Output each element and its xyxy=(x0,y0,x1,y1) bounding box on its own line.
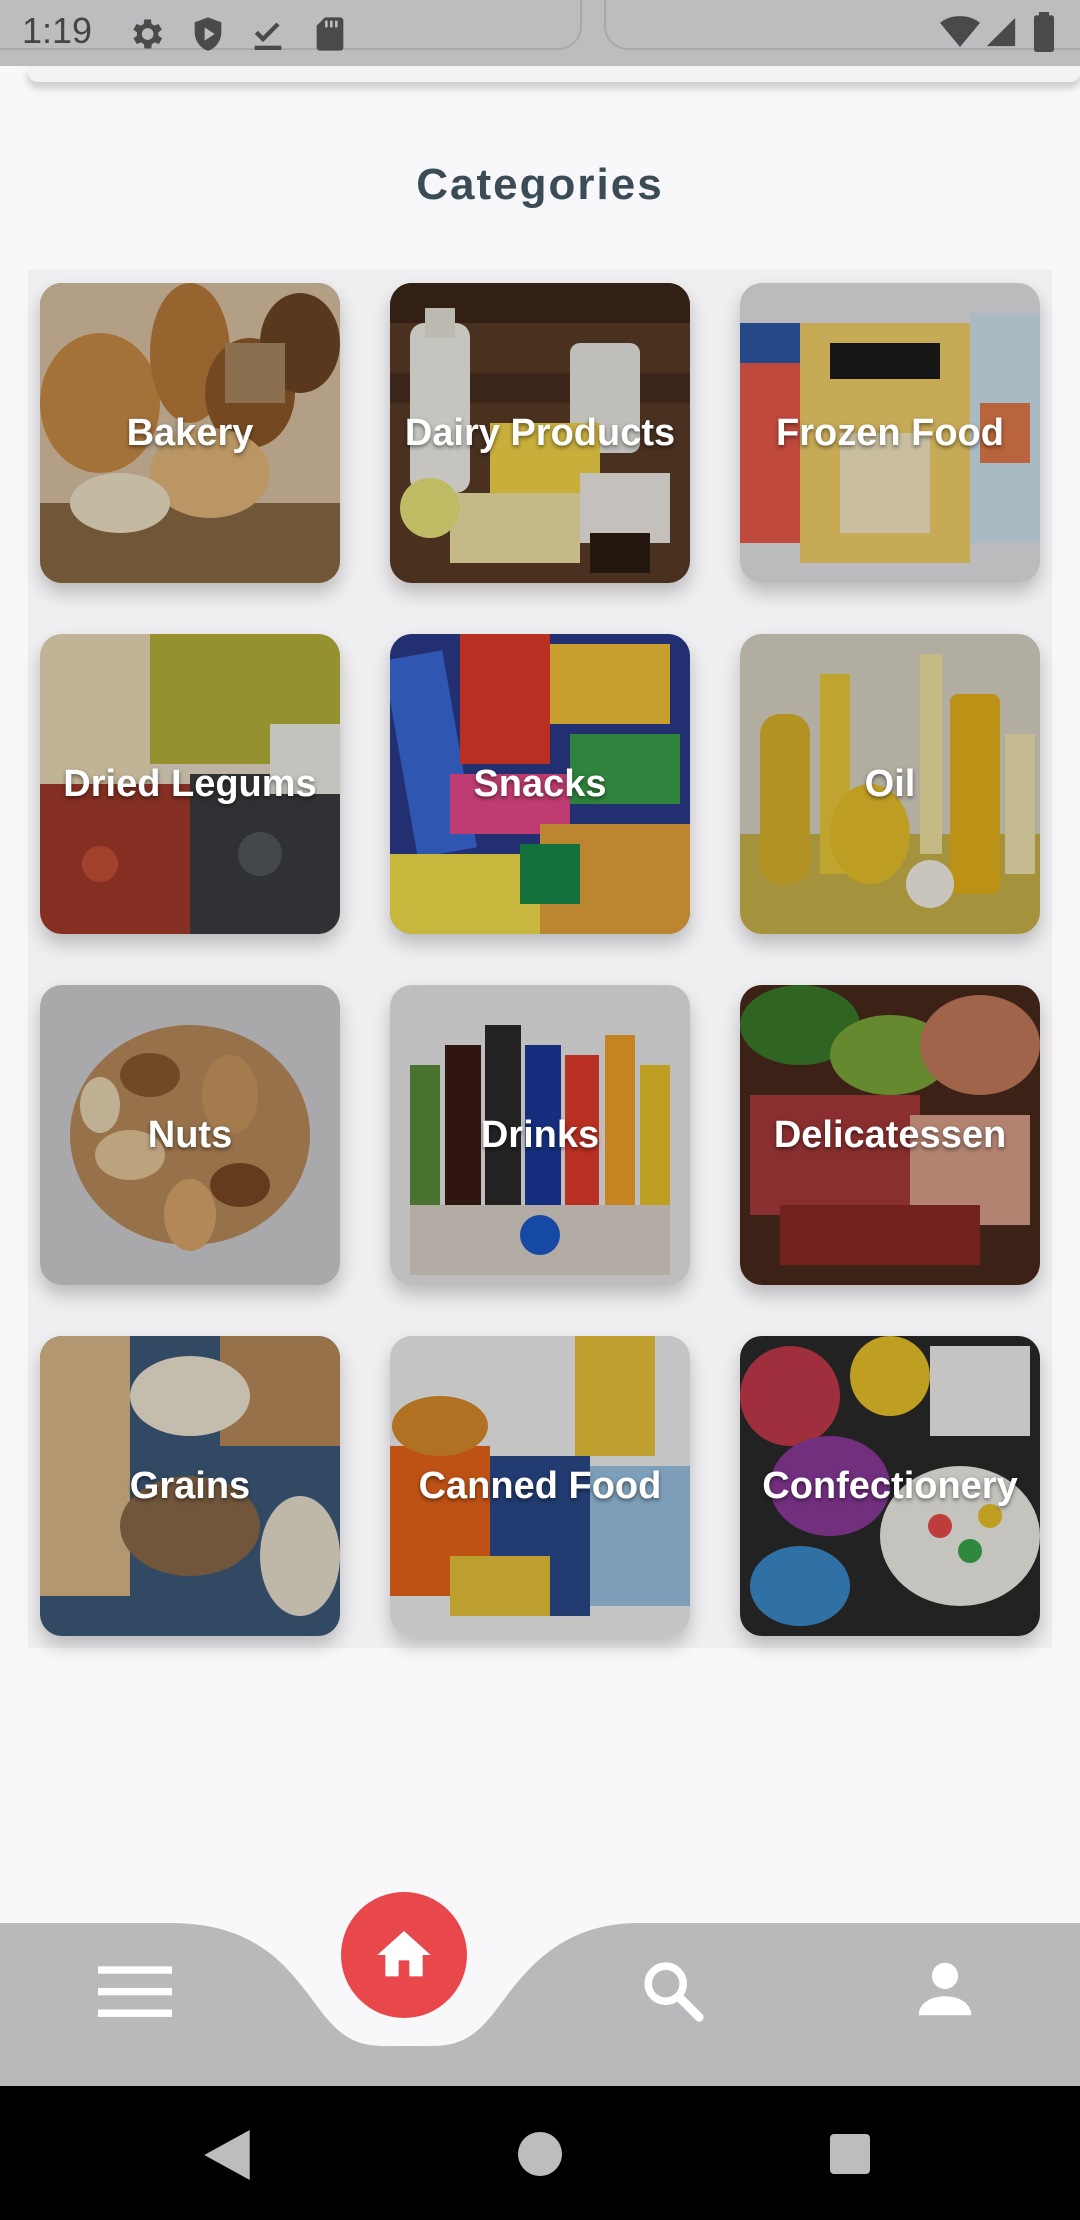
category-tile-frozen-food[interactable]: Frozen Food xyxy=(740,283,1040,583)
category-label: Canned Food xyxy=(418,1464,662,1507)
category-tile-grains[interactable]: Grains xyxy=(40,1336,340,1636)
home-circle-icon[interactable] xyxy=(518,2132,562,2176)
gear-icon xyxy=(133,19,163,49)
header-card-edge xyxy=(28,66,1080,82)
category-label: Drinks xyxy=(480,1113,600,1156)
category-tile-dairy-products[interactable]: Dairy Products xyxy=(390,283,690,583)
category-tile-bakery[interactable]: Bakery xyxy=(40,283,340,583)
system-navigation-bar xyxy=(0,2086,1080,2220)
menu-icon[interactable] xyxy=(98,1962,172,2020)
category-label: Dairy Products xyxy=(404,411,676,454)
wifi-icon xyxy=(940,16,980,47)
category-tile-nuts[interactable]: Nuts xyxy=(40,985,340,1285)
category-tile-delicatessen[interactable]: Delicatessen xyxy=(740,985,1040,1285)
category-tile-canned-food[interactable]: Canned Food xyxy=(390,1336,690,1636)
category-tile-drinks[interactable]: Drinks xyxy=(390,985,690,1285)
category-label: Frozen Food xyxy=(776,411,1004,454)
category-label: Grains xyxy=(129,1464,251,1507)
back-icon[interactable] xyxy=(204,2130,250,2180)
category-label: Confectionery xyxy=(762,1464,1018,1507)
shield-icon xyxy=(194,17,222,51)
category-tile-confectionery[interactable]: Confectionery xyxy=(740,1336,1040,1636)
search-icon[interactable] xyxy=(638,1956,708,2026)
home-icon xyxy=(377,1931,431,1977)
battery-icon xyxy=(1034,12,1054,52)
page-title: Categories xyxy=(416,160,664,209)
status-bar: 1:19 xyxy=(0,0,1080,66)
category-label: Nuts xyxy=(147,1113,233,1156)
recents-icon[interactable] xyxy=(830,2134,870,2174)
category-label: Oil xyxy=(864,762,916,805)
category-tile-oil[interactable]: Oil xyxy=(740,634,1040,934)
category-label: Dried Legums xyxy=(63,762,317,805)
category-label: Delicatessen xyxy=(773,1113,1007,1156)
sd-card-icon xyxy=(316,17,344,51)
profile-icon[interactable] xyxy=(910,1954,980,2024)
category-tile-snacks[interactable]: Snacks xyxy=(390,634,690,934)
status-time: 1:19 xyxy=(22,10,93,51)
signal-icon xyxy=(986,17,1016,47)
category-label: Snacks xyxy=(473,762,607,805)
category-label: Bakery xyxy=(126,411,254,454)
check-download-icon xyxy=(254,22,282,50)
category-tile-dried-legums[interactable]: Dried Legums xyxy=(40,634,340,934)
home-button[interactable] xyxy=(341,1892,467,2018)
